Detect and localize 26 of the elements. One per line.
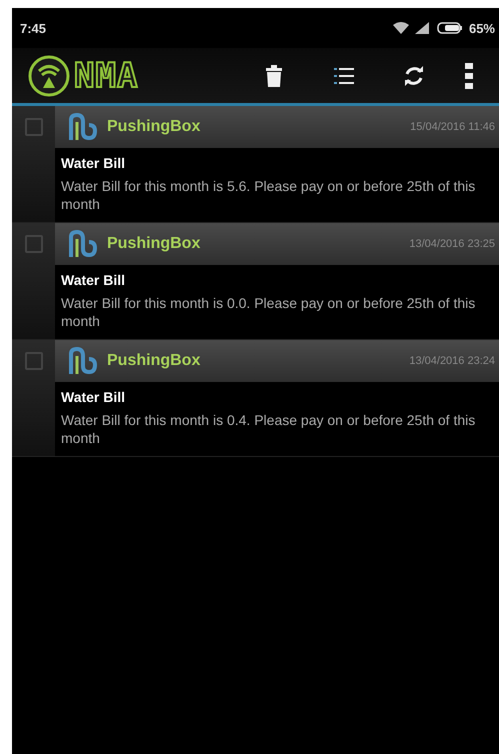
more-options-icon[interactable] <box>465 62 473 88</box>
message-title: Water Bill <box>60 388 126 405</box>
message-body: Water Bill for this month is 0.0. Please pay on or before 25th of this month <box>60 294 476 331</box>
battery-icon <box>436 22 463 34</box>
battery-percent: 65% <box>468 20 495 36</box>
app-name: PushingBox <box>107 118 202 136</box>
list-icon[interactable] <box>334 66 354 84</box>
app-name: PushingBox <box>107 235 202 253</box>
checkbox[interactable] <box>24 235 42 253</box>
message-body: Water Bill for this month is 5.6. Please pay on or before 25th of this month <box>60 177 476 214</box>
message-date: 13/04/2016 23:25 <box>409 238 495 250</box>
signal-icon <box>414 22 431 34</box>
refresh-icon[interactable] <box>402 64 426 88</box>
wifi-logo-icon <box>28 54 70 96</box>
app-logo: NMA <box>74 56 138 96</box>
app-name: PushingBox <box>107 352 202 370</box>
trash-icon[interactable] <box>266 64 282 86</box>
wifi-icon <box>392 22 409 34</box>
message-date: 15/04/2016 11:46 <box>410 121 495 133</box>
message-title: Water Bill <box>60 154 126 171</box>
message-title: Water Bill <box>60 271 126 288</box>
checkbox[interactable] <box>24 352 42 370</box>
message-body: Water Bill for this month is 0.4. Please pay on or before 25th of this month <box>60 411 476 448</box>
clock: 7:45 <box>20 20 48 36</box>
message-date: 13/04/2016 23:24 <box>409 355 495 367</box>
checkbox[interactable] <box>24 118 42 136</box>
